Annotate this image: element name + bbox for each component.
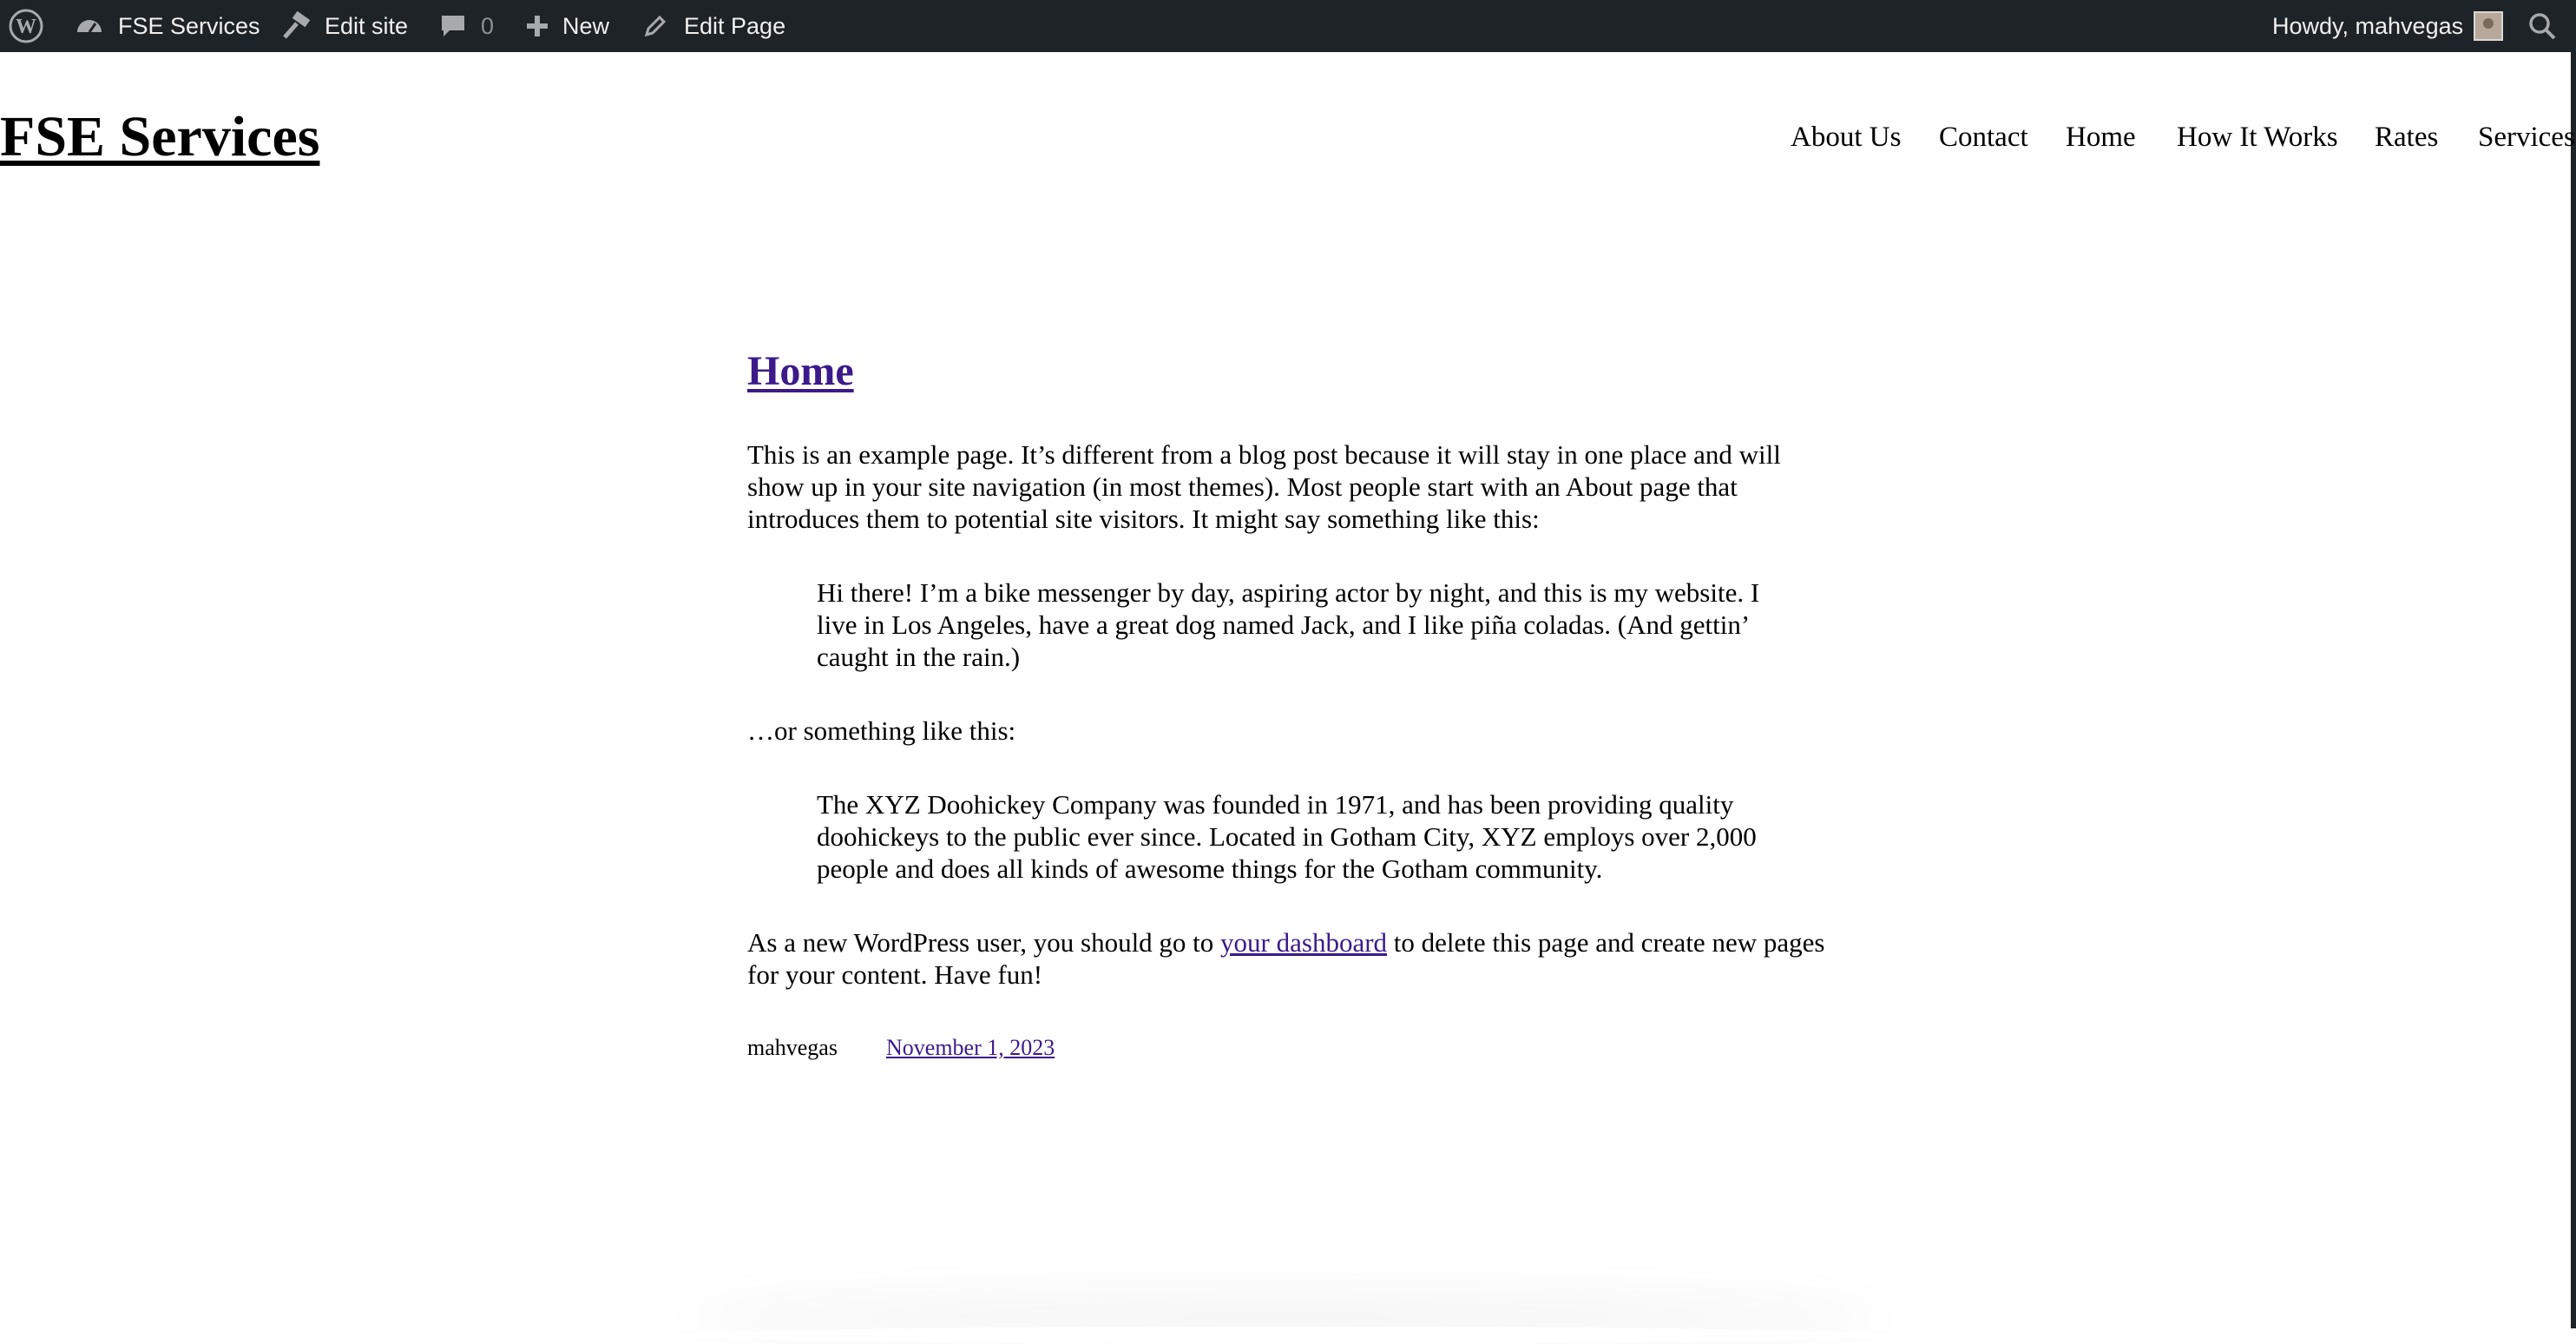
window-edge [2571, 52, 2576, 1328]
closing-text-before: As a new WordPress user, you should go t… [747, 927, 1214, 958]
site-name-label: FSE Services [118, 12, 260, 39]
avatar [2474, 11, 2504, 41]
search-icon[interactable] [2527, 0, 2557, 52]
comments-button[interactable]: 0 [439, 0, 494, 52]
nav-item-rates[interactable]: Rates [2375, 118, 2438, 156]
edit-site-button[interactable]: Edit site [281, 0, 408, 52]
nav-item-about-us[interactable]: About Us [1791, 118, 1901, 156]
howdy-label: Howdy, mahvegas [2272, 12, 2464, 39]
post-author: mahvegas [747, 1035, 838, 1060]
brush-icon [281, 11, 312, 41]
edit-page-button[interactable]: Edit Page [642, 0, 785, 52]
post-date-link[interactable]: November 1, 2023 [886, 1033, 1055, 1063]
transition-paragraph: …or something like this: [747, 715, 1016, 746]
blockquote-bike-messenger: Hi there! I’m a bike messenger by day, a… [817, 577, 1760, 672]
plus-icon [524, 13, 550, 39]
new-content-button[interactable]: New [524, 0, 609, 52]
nav-item-home[interactable]: Home [2066, 118, 2136, 156]
admin-bar: W FSE Services Edit site 0 New Edit Page… [0, 0, 2576, 52]
new-label: New [562, 12, 610, 39]
nav-item-services[interactable]: Services [2478, 118, 2575, 156]
pencil-icon [642, 13, 668, 39]
comment-bubble-icon [439, 12, 467, 40]
closing-paragraph: As a new WordPress user, you should go t… [747, 926, 1832, 991]
svg-text:W: W [16, 16, 36, 38]
edit-site-label: Edit site [325, 12, 409, 39]
wordpress-logo-icon[interactable]: W [9, 0, 43, 52]
nav-item-contact[interactable]: Contact [1939, 118, 2028, 156]
dashboard-icon [75, 11, 104, 41]
site-title[interactable]: FSE Services [0, 102, 319, 172]
edit-page-label: Edit Page [684, 12, 786, 39]
dashboard-link[interactable]: your dashboard [1220, 927, 1387, 958]
nav-item-how-it-works[interactable]: How It Works [2177, 118, 2338, 156]
account-menu[interactable]: Howdy, mahvegas [2272, 0, 2504, 52]
blockquote-xyz-company: The XYZ Doohickey Company was founded in… [817, 789, 1757, 884]
site-menu-button[interactable]: FSE Services [75, 0, 260, 52]
footer-shadow [677, 1327, 1892, 1344]
post-title[interactable]: Home [747, 346, 854, 398]
comments-count: 0 [481, 12, 495, 39]
intro-paragraph: This is an example page. It’s different … [747, 439, 1781, 534]
